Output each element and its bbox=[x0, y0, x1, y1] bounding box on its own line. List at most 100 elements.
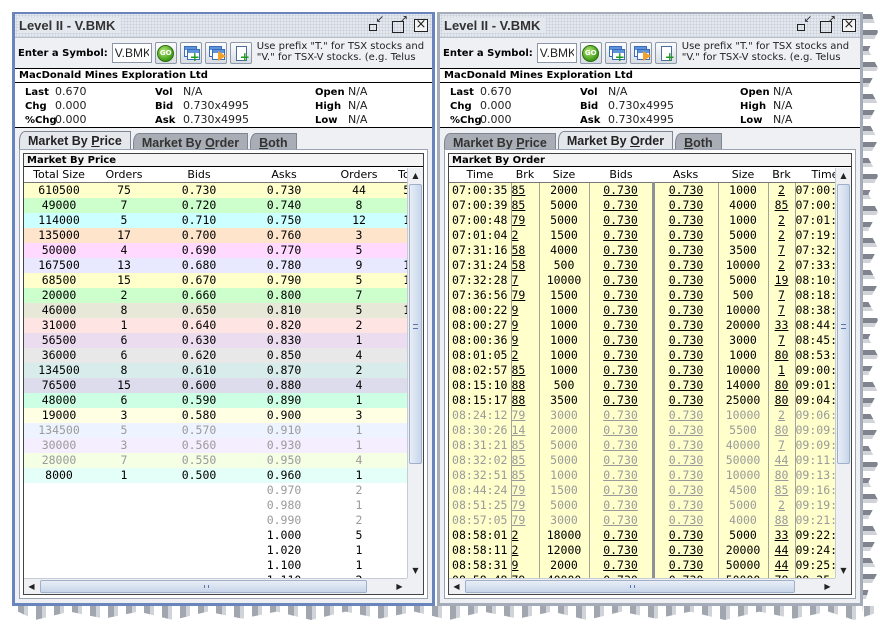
cell-bid[interactable]: 0.730 bbox=[589, 558, 655, 573]
order-row[interactable]: 08:30:261420000.7300.73055008009:09:00 bbox=[449, 423, 835, 438]
order-row[interactable]: 07:31:24585000.7300.73010000207:33:21 bbox=[449, 258, 835, 273]
cell-abrk[interactable]: 44 bbox=[768, 453, 796, 468]
cell-bbrk[interactable]: 85 bbox=[511, 468, 540, 483]
cell-abrk[interactable]: 85 bbox=[768, 198, 796, 213]
cell-ask[interactable]: 0.730 bbox=[653, 333, 719, 348]
order-row[interactable]: 08:57:057930000.7300.73040008809:21:51 bbox=[449, 513, 835, 528]
cell-ask[interactable]: 0.730 bbox=[653, 558, 719, 573]
cell-bid[interactable]: 0.730 bbox=[589, 378, 655, 393]
cell-abrk[interactable]: 80 bbox=[768, 393, 796, 408]
cell-ask[interactable]: 0.730 bbox=[653, 273, 719, 288]
cell-abrk[interactable]: 2 bbox=[768, 228, 796, 243]
price-level-row[interactable]: 0.990 2 6000 bbox=[24, 513, 407, 528]
cell-abrk[interactable]: 80 bbox=[768, 348, 796, 363]
cell-bbrk[interactable]: 79 bbox=[511, 513, 540, 528]
cell-bbrk[interactable]: 9 bbox=[511, 558, 540, 573]
price-level-row[interactable]: 31000 1 0.640 0.820 2 4000 bbox=[24, 318, 407, 333]
order-row[interactable]: 08:02:578510000.7300.73010000109:00:04 bbox=[449, 363, 835, 378]
cell-bid[interactable]: 0.730 bbox=[589, 348, 655, 363]
cell-abrk[interactable]: 2 bbox=[768, 408, 796, 423]
column-header-asks[interactable]: Asks bbox=[244, 168, 324, 183]
cell-abrk[interactable]: 44 bbox=[768, 558, 796, 573]
cell-abrk[interactable]: 7 bbox=[768, 438, 796, 453]
cell-bbrk[interactable]: 85 bbox=[511, 438, 540, 453]
vertical-scroll-thumb[interactable] bbox=[837, 184, 850, 464]
price-level-row[interactable]: 0.970 2 35000 bbox=[24, 483, 407, 498]
cell-bbrk[interactable]: 9 bbox=[511, 318, 540, 333]
new-document-button[interactable]: + bbox=[654, 42, 677, 64]
symbol-input[interactable] bbox=[536, 43, 577, 63]
order-row[interactable]: 07:36:567915000.7300.730500708:18:43 bbox=[449, 288, 835, 303]
cell-bbrk[interactable]: 85 bbox=[511, 182, 540, 198]
cell-bbrk[interactable]: 9 bbox=[511, 303, 540, 318]
order-row[interactable]: 07:01:04215000.7300.7305000207:19:45 bbox=[449, 228, 835, 243]
cell-ask[interactable]: 0.730 bbox=[653, 378, 719, 393]
price-level-row[interactable]: 135000 17 0.700 0.760 3 70000 bbox=[24, 228, 407, 243]
order-row[interactable]: 07:32:287100000.7300.73050001908:10:00 bbox=[449, 273, 835, 288]
price-level-row[interactable]: 50000 4 0.690 0.770 5 75000 bbox=[24, 243, 407, 258]
vertical-scrollbar[interactable]: ▲ ▼ bbox=[835, 168, 851, 578]
minimize-icon[interactable] bbox=[796, 14, 812, 32]
cell-bid[interactable]: 0.730 bbox=[589, 453, 655, 468]
order-row[interactable]: 07:00:487950000.7300.7301000207:01:17 bbox=[449, 213, 835, 228]
cell-bid[interactable]: 0.730 bbox=[589, 408, 655, 423]
scroll-up-icon[interactable]: ▲ bbox=[408, 168, 423, 183]
cell-bid[interactable]: 0.730 bbox=[589, 213, 655, 228]
price-level-row[interactable]: 48000 6 0.590 0.890 1 1500 bbox=[24, 393, 407, 408]
order-row[interactable]: 08:00:22910000.7300.73010000708:38:59 bbox=[449, 303, 835, 318]
cell-ask[interactable]: 0.730 bbox=[653, 453, 719, 468]
cell-bbrk[interactable]: 88 bbox=[511, 393, 540, 408]
order-row[interactable]: 08:01:05210000.7300.73010008008:53:20 bbox=[449, 348, 835, 363]
cell-ask[interactable]: 0.730 bbox=[653, 198, 719, 213]
cell-ask[interactable]: 0.730 bbox=[653, 318, 719, 333]
go-button[interactable]: GO bbox=[154, 42, 177, 64]
cell-ask[interactable]: 0.730 bbox=[653, 423, 719, 438]
horizontal-scroll-thumb[interactable] bbox=[40, 580, 367, 593]
cell-ask[interactable]: 0.730 bbox=[653, 498, 719, 513]
scroll-up-icon[interactable]: ▲ bbox=[836, 168, 851, 183]
price-level-row[interactable]: 610500 75 0.730 0.730 44 576500 bbox=[24, 182, 407, 198]
price-level-row[interactable]: 28000 7 0.550 0.950 4 20000 bbox=[24, 453, 407, 468]
cell-abrk[interactable]: 33 bbox=[768, 528, 796, 543]
cell-ask[interactable]: 0.730 bbox=[653, 528, 719, 543]
order-row[interactable]: 07:00:398550000.7300.73040008507:00:55 bbox=[449, 198, 835, 213]
cell-ask[interactable]: 0.730 bbox=[653, 483, 719, 498]
cell-bid[interactable]: 0.730 bbox=[589, 363, 655, 378]
cell-abrk[interactable]: 7 bbox=[768, 333, 796, 348]
cell-ask[interactable]: 0.730 bbox=[653, 543, 719, 558]
cell-abrk[interactable]: 2 bbox=[768, 498, 796, 513]
cell-bid[interactable]: 0.730 bbox=[589, 468, 655, 483]
scroll-right-icon[interactable]: ▶ bbox=[820, 579, 835, 594]
cell-bbrk[interactable]: 7 bbox=[511, 273, 540, 288]
order-row[interactable]: 08:44:247915000.7300.73045008509:16:32 bbox=[449, 483, 835, 498]
scroll-left-icon[interactable]: ◀ bbox=[449, 579, 464, 594]
order-row[interactable]: 08:00:27910000.7300.730200003308:44:50 bbox=[449, 318, 835, 333]
vertical-scroll-thumb[interactable] bbox=[409, 184, 422, 464]
cell-ask[interactable]: 0.730 bbox=[653, 393, 719, 408]
cell-bbrk[interactable]: 85 bbox=[511, 363, 540, 378]
cell-bid[interactable]: 0.730 bbox=[589, 498, 655, 513]
minimize-icon[interactable] bbox=[368, 14, 384, 32]
column-header-time[interactable]: Time bbox=[795, 168, 835, 183]
cell-ask[interactable]: 0.730 bbox=[653, 182, 719, 198]
price-level-row[interactable]: 8000 1 0.500 0.960 1 10000 bbox=[24, 468, 407, 483]
scroll-down-icon[interactable]: ▼ bbox=[408, 563, 423, 578]
cell-bid[interactable]: 0.730 bbox=[589, 258, 655, 273]
cell-abrk[interactable]: 2 bbox=[768, 182, 796, 198]
column-header-asks[interactable]: Asks bbox=[653, 168, 718, 183]
cell-bbrk[interactable]: 58 bbox=[511, 258, 540, 273]
cell-bid[interactable]: 0.730 bbox=[589, 243, 655, 258]
send-to-window-button[interactable] bbox=[629, 42, 652, 64]
order-row[interactable]: 08:15:10885000.7300.730140008009:01:49 bbox=[449, 378, 835, 393]
price-level-row[interactable]: 134500 5 0.570 0.910 1 8000 bbox=[24, 423, 407, 438]
price-level-row[interactable]: 167500 13 0.680 0.780 9 162000 bbox=[24, 258, 407, 273]
cell-bid[interactable]: 0.730 bbox=[589, 182, 655, 198]
cell-bbrk[interactable]: 2 bbox=[511, 528, 540, 543]
cell-abrk[interactable]: 80 bbox=[768, 423, 796, 438]
cell-ask[interactable]: 0.730 bbox=[653, 348, 719, 363]
column-header-bids[interactable]: Bids bbox=[589, 168, 653, 183]
cell-bbrk[interactable]: 9 bbox=[511, 333, 540, 348]
column-header-total-size[interactable]: Total Size bbox=[24, 168, 94, 183]
cell-bid[interactable]: 0.730 bbox=[589, 228, 655, 243]
price-level-row[interactable]: 36000 6 0.620 0.850 4 37500 bbox=[24, 348, 407, 363]
